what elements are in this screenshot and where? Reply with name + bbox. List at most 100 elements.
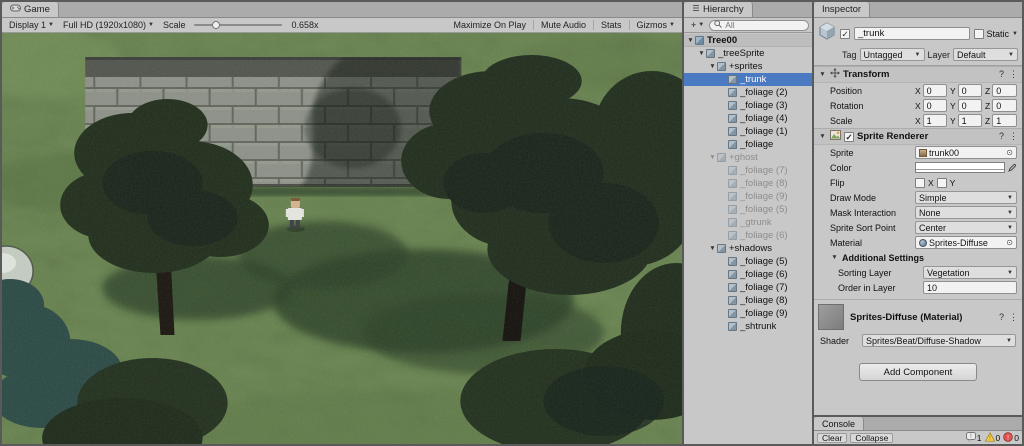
- foldout-icon[interactable]: ▼: [830, 254, 839, 261]
- console-clear-button[interactable]: Clear: [817, 432, 848, 443]
- help-icon[interactable]: ?: [999, 312, 1004, 323]
- static-checkbox[interactable]: [973, 28, 984, 39]
- transform-position-z-field[interactable]: 0: [992, 84, 1017, 97]
- hierarchy-item[interactable]: _foliage (8): [684, 177, 812, 190]
- active-checkbox[interactable]: [840, 28, 850, 39]
- sorting-layer-dropdown[interactable]: Vegetation ▼: [923, 266, 1017, 279]
- scale-slider-track[interactable]: [194, 24, 283, 26]
- hierarchy-item[interactable]: _foliage (9): [684, 190, 812, 203]
- order-in-layer-field[interactable]: 10: [923, 281, 1017, 294]
- gizmos-dropdown[interactable]: Gizmos ▼: [633, 19, 679, 31]
- tab-console[interactable]: Console: [814, 417, 865, 430]
- transform-position-y-field[interactable]: 0: [957, 84, 982, 97]
- hierarchy-item[interactable]: ▼ _treeSprite: [684, 47, 812, 60]
- foldout-icon[interactable]: ▼: [818, 133, 827, 140]
- hierarchy-item[interactable]: _foliage (4): [684, 112, 812, 125]
- object-picker-icon[interactable]: ⊙: [1006, 238, 1013, 247]
- dropdown-arrow-icon: ▼: [1007, 209, 1013, 216]
- sprite-sort-point-dropdown[interactable]: Center ▼: [915, 221, 1017, 234]
- hierarchy-item[interactable]: ▼ +sprites: [684, 60, 812, 73]
- transform-rotation-z-field[interactable]: 0: [992, 99, 1017, 112]
- hierarchy-item[interactable]: ▼ +ghost: [684, 151, 812, 164]
- kebab-menu-icon[interactable]: ⋮: [1009, 69, 1018, 80]
- hierarchy-item[interactable]: _foliage (5): [684, 203, 812, 216]
- help-icon[interactable]: ?: [999, 69, 1004, 80]
- console-collapse-button[interactable]: Collapse: [850, 432, 894, 443]
- transform-scale-x-field[interactable]: 1: [922, 114, 947, 127]
- hierarchy-item[interactable]: _foliage (1): [684, 125, 812, 138]
- help-icon[interactable]: ?: [999, 131, 1004, 142]
- console-info-toggle[interactable]: ! 1: [965, 431, 982, 444]
- kebab-menu-icon[interactable]: ⋮: [1009, 131, 1018, 142]
- hierarchy-item[interactable]: _foliage (7): [684, 164, 812, 177]
- material-preview-thumbnail[interactable]: [818, 304, 844, 330]
- foldout-icon[interactable]: ▼: [708, 245, 717, 252]
- hierarchy-item[interactable]: _foliage (6): [684, 229, 812, 242]
- foldout-icon[interactable]: ▼: [818, 71, 827, 78]
- hierarchy-item[interactable]: _foliage (6): [684, 268, 812, 281]
- foldout-icon[interactable]: ▼: [708, 154, 717, 161]
- hierarchy-item[interactable]: _foliage (8): [684, 294, 812, 307]
- hierarchy-item-scene[interactable]: ▼ Tree00: [684, 34, 812, 47]
- hierarchy-item[interactable]: _foliage: [684, 138, 812, 151]
- foldout-icon[interactable]: ▼: [686, 37, 695, 44]
- game-viewport[interactable]: [2, 33, 682, 444]
- transform-position-x-field[interactable]: 0: [922, 84, 947, 97]
- transform-title: Transform: [843, 69, 890, 80]
- transform-scale-z-field[interactable]: 1: [992, 114, 1017, 127]
- mute-audio-button[interactable]: Mute Audio: [537, 19, 590, 31]
- create-object-button[interactable]: + ▼: [687, 19, 708, 31]
- transform-rotation-y-field[interactable]: 0: [957, 99, 982, 112]
- layer-label: Layer: [927, 49, 951, 60]
- additional-settings-row[interactable]: ▼ Additional Settings: [814, 250, 1022, 265]
- unity-editor: Game Display 1 ▼ Full HD (1920x1080) ▼ S…: [0, 0, 1024, 446]
- hierarchy-item[interactable]: _foliage (2): [684, 86, 812, 99]
- hierarchy-search-input[interactable]: All: [709, 19, 809, 31]
- color-swatch[interactable]: [915, 162, 1005, 173]
- hierarchy-item[interactable]: _gtrunk: [684, 216, 812, 229]
- hierarchy-item[interactable]: ▼ +shadows: [684, 242, 812, 255]
- stats-button[interactable]: Stats: [597, 19, 626, 31]
- flip-x-checkbox[interactable]: [915, 177, 925, 188]
- console-error-toggle[interactable]: ! 0: [1003, 431, 1019, 444]
- material-object-field[interactable]: Sprites-Diffuse ⊙: [915, 236, 1017, 249]
- tab-inspector[interactable]: Inspector: [814, 2, 871, 17]
- hierarchy-item[interactable]: _foliage (9): [684, 307, 812, 320]
- shader-dropdown[interactable]: Sprites/Beat/Diffuse-Shadow ▼: [862, 334, 1016, 347]
- transform-header[interactable]: ▼ Transform ? ⋮: [814, 67, 1022, 83]
- hierarchy-item[interactable]: _foliage (7): [684, 281, 812, 294]
- flip-y-checkbox[interactable]: [936, 177, 947, 188]
- console-warning-toggle[interactable]: ! 0: [984, 431, 1000, 444]
- tab-game[interactable]: Game: [2, 2, 59, 17]
- component-enabled-checkbox[interactable]: [844, 131, 854, 142]
- draw-mode-dropdown[interactable]: Simple ▼: [915, 191, 1017, 204]
- kebab-menu-icon[interactable]: ⋮: [1009, 312, 1018, 323]
- sprite-object-field[interactable]: trunk00 ⊙: [915, 146, 1017, 159]
- foldout-icon[interactable]: ▼: [708, 63, 717, 70]
- console-collapse-label: Collapse: [855, 432, 889, 443]
- flip-label: Flip: [830, 177, 845, 188]
- scale-slider-knob[interactable]: [212, 21, 221, 29]
- scale-slider[interactable]: [194, 20, 283, 30]
- hierarchy-item[interactable]: _foliage (3): [684, 99, 812, 112]
- object-picker-icon[interactable]: ⊙: [1006, 148, 1013, 157]
- static-control[interactable]: Static ▼: [973, 28, 1018, 39]
- sprite-renderer-header[interactable]: ▼ Sprite Renderer ? ⋮: [814, 129, 1022, 145]
- display-dropdown[interactable]: Display 1 ▼: [5, 19, 58, 31]
- layer-dropdown[interactable]: Default ▼: [953, 48, 1018, 61]
- tab-hierarchy[interactable]: Hierarchy: [684, 2, 753, 17]
- hierarchy-item[interactable]: _foliage (5): [684, 255, 812, 268]
- add-component-button[interactable]: Add Component: [859, 363, 977, 381]
- mask-interaction-dropdown[interactable]: None ▼: [915, 206, 1017, 219]
- tag-dropdown[interactable]: Untagged ▼: [859, 48, 925, 61]
- transform-scale-y-field[interactable]: 1: [957, 114, 982, 127]
- eyedropper-icon[interactable]: [1008, 163, 1017, 172]
- gameobject-name-field[interactable]: _trunk: [854, 27, 970, 40]
- resolution-dropdown[interactable]: Full HD (1920x1080) ▼: [59, 19, 158, 31]
- foldout-icon[interactable]: ▼: [697, 50, 706, 57]
- hierarchy-item-selected[interactable]: _trunk: [684, 73, 812, 86]
- sorting-layer-row: Sorting Layer Vegetation ▼: [814, 265, 1022, 280]
- maximize-on-play-button[interactable]: Maximize On Play: [449, 19, 530, 31]
- hierarchy-item[interactable]: _shtrunk: [684, 320, 812, 333]
- transform-rotation-x-field[interactable]: 0: [922, 99, 947, 112]
